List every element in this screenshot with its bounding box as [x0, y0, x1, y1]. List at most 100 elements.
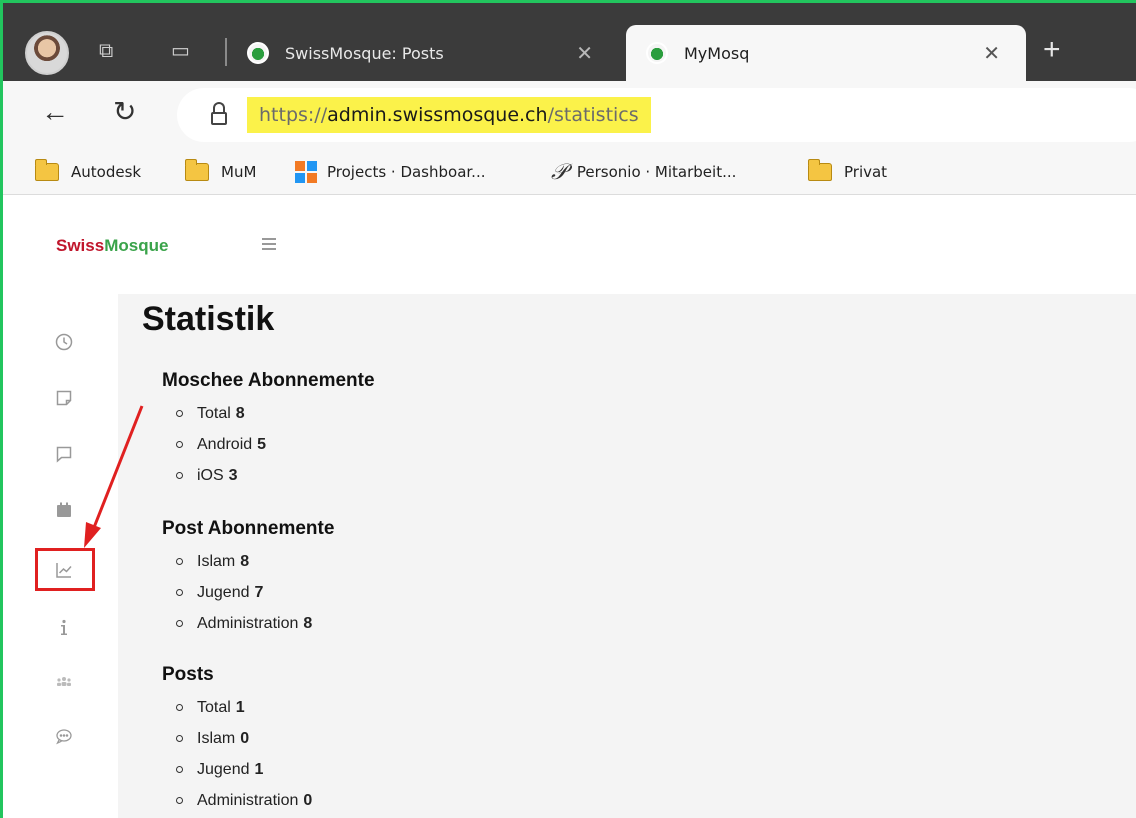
section-title-posts: Posts: [162, 664, 214, 685]
stat-value: 7: [254, 584, 264, 601]
app-sidebar: [16, 294, 118, 818]
url-scheme: https://: [259, 104, 328, 126]
personio-icon: 𝒫: [551, 159, 567, 185]
bullet-icon: [176, 620, 183, 627]
page-title: Statistik: [142, 300, 275, 338]
bullet-icon: [176, 797, 183, 804]
bullet-icon: [176, 410, 183, 417]
projects-icon: [295, 161, 317, 183]
moschee-abonnemente-list: Total 8 Android 5 iOS 3: [176, 398, 266, 491]
url-text[interactable]: https://admin.swissmosque.ch/statistics: [247, 97, 651, 133]
stat-value: 8: [235, 405, 245, 422]
list-item: Administration 8: [176, 608, 312, 639]
bookmark-label: MuM: [221, 163, 257, 181]
list-item: Android 5: [176, 429, 266, 460]
stat-value: 1: [254, 761, 264, 778]
bookmark-privat[interactable]: Privat: [807, 159, 888, 184]
reload-icon[interactable]: ↻: [113, 95, 136, 129]
bookmarks-bar: Autodesk MuM Projects · Dashboar... 𝒫 Pe…: [3, 149, 1136, 195]
stat-label: Total: [197, 699, 231, 716]
app-header: SwissMosque: [16, 196, 1136, 294]
section-title-moschee-abonnemente: Moschee Abonnemente: [162, 370, 375, 391]
list-item: Islam 8: [176, 546, 312, 577]
stat-value: 8: [240, 553, 250, 570]
stat-label: Administration: [197, 615, 299, 632]
annotation-highlight-box: [35, 548, 95, 591]
stat-label: Islam: [197, 730, 236, 747]
swissmosque-favicon-icon: [247, 42, 269, 64]
stat-label: Jugend: [197, 761, 250, 778]
bookmark-personio[interactable]: 𝒫 Personio · Mitarbeit...: [551, 159, 736, 185]
url-path: /statistics: [547, 104, 639, 126]
bookmark-mum[interactable]: MuM: [184, 159, 257, 184]
stat-value: 1: [235, 699, 245, 716]
logo-part-swiss: Swiss: [56, 236, 105, 255]
mymosq-favicon-icon: [646, 42, 668, 64]
calendar-icon[interactable]: [52, 498, 76, 522]
stat-label: iOS: [197, 467, 224, 484]
close-tab-icon[interactable]: ✕: [576, 41, 593, 65]
comment-icon[interactable]: [52, 442, 76, 466]
users-icon[interactable]: [52, 670, 76, 694]
chat-icon[interactable]: [52, 724, 76, 748]
bullet-icon: [176, 589, 183, 596]
menu-toggle-icon[interactable]: [262, 238, 276, 250]
stat-label: Islam: [197, 553, 236, 570]
bullet-icon: [176, 704, 183, 711]
bullet-icon: [176, 766, 183, 773]
tab-divider: [225, 38, 227, 66]
browser-tab-strip: ⧉ ▭ SwissMosque: Posts ✕ MyMosq ✕ +: [3, 3, 1136, 81]
workspaces-icon[interactable]: ⧉: [99, 39, 113, 63]
stat-label: Jugend: [197, 584, 250, 601]
list-item: Jugend 7: [176, 577, 312, 608]
bullet-icon: [176, 558, 183, 565]
bookmark-autodesk[interactable]: Autodesk: [34, 159, 142, 184]
new-tab-icon[interactable]: +: [1043, 33, 1061, 67]
list-item: Administration 0: [176, 785, 312, 816]
bookmark-label: Autodesk: [71, 163, 142, 181]
tab-posts[interactable]: SwissMosque: Posts ✕: [235, 25, 619, 81]
bookmark-label: Projects · Dashboar...: [327, 163, 486, 181]
statistics-content: Statistik Moschee Abonnemente Total 8 And…: [118, 294, 1136, 818]
list-item: Total 8: [176, 398, 266, 429]
stat-value: 5: [257, 436, 267, 453]
profile-avatar[interactable]: [25, 31, 69, 75]
browser-toolbar: ← ↻ https://admin.swissmosque.ch/statist…: [3, 81, 1136, 149]
logo-part-mosque: Mosque: [104, 236, 169, 255]
list-item: Islam 0: [176, 723, 312, 754]
note-icon[interactable]: [52, 386, 76, 410]
lock-icon[interactable]: [211, 102, 227, 126]
stat-value: 3: [228, 467, 238, 484]
folder-icon: [807, 159, 832, 181]
tab-mymosq[interactable]: MyMosq ✕: [626, 25, 1026, 81]
section-title-post-abonnemente: Post Abonnemente: [162, 518, 335, 539]
swissmosque-logo[interactable]: SwissMosque: [56, 236, 168, 256]
web-page: SwissMosque Statistik Moschee Abonnement…: [16, 196, 1136, 818]
close-tab-icon[interactable]: ✕: [983, 41, 1000, 65]
stat-label: Administration: [197, 792, 299, 809]
back-arrow-icon[interactable]: ←: [41, 95, 69, 129]
folder-icon: [184, 159, 209, 181]
posts-list: Total 1 Islam 0 Jugend 1 Administration 0: [176, 692, 312, 816]
list-item: Jugend 1: [176, 754, 312, 785]
stat-value: 8: [303, 615, 313, 632]
info-icon[interactable]: [52, 616, 76, 640]
address-bar[interactable]: https://admin.swissmosque.ch/statistics: [177, 88, 1136, 142]
tab-title: MyMosq: [684, 43, 750, 63]
clock-icon[interactable]: [52, 330, 76, 354]
tab-title: SwissMosque: Posts: [285, 43, 444, 63]
stat-value: 0: [240, 730, 250, 747]
bullet-icon: [176, 441, 183, 448]
bookmark-projects[interactable]: Projects · Dashboar...: [295, 160, 486, 184]
stat-label: Android: [197, 436, 253, 453]
bullet-icon: [176, 472, 183, 479]
stat-value: 0: [303, 792, 313, 809]
bookmark-label: Privat: [844, 163, 888, 181]
url-host: admin.swissmosque.ch: [327, 104, 548, 126]
bullet-icon: [176, 735, 183, 742]
folder-icon: [34, 159, 59, 181]
post-abonnemente-list: Islam 8 Jugend 7 Administration 8: [176, 546, 312, 639]
stat-label: Total: [197, 405, 231, 422]
vertical-tabs-icon[interactable]: ▭: [171, 39, 190, 63]
list-item: Total 1: [176, 692, 312, 723]
